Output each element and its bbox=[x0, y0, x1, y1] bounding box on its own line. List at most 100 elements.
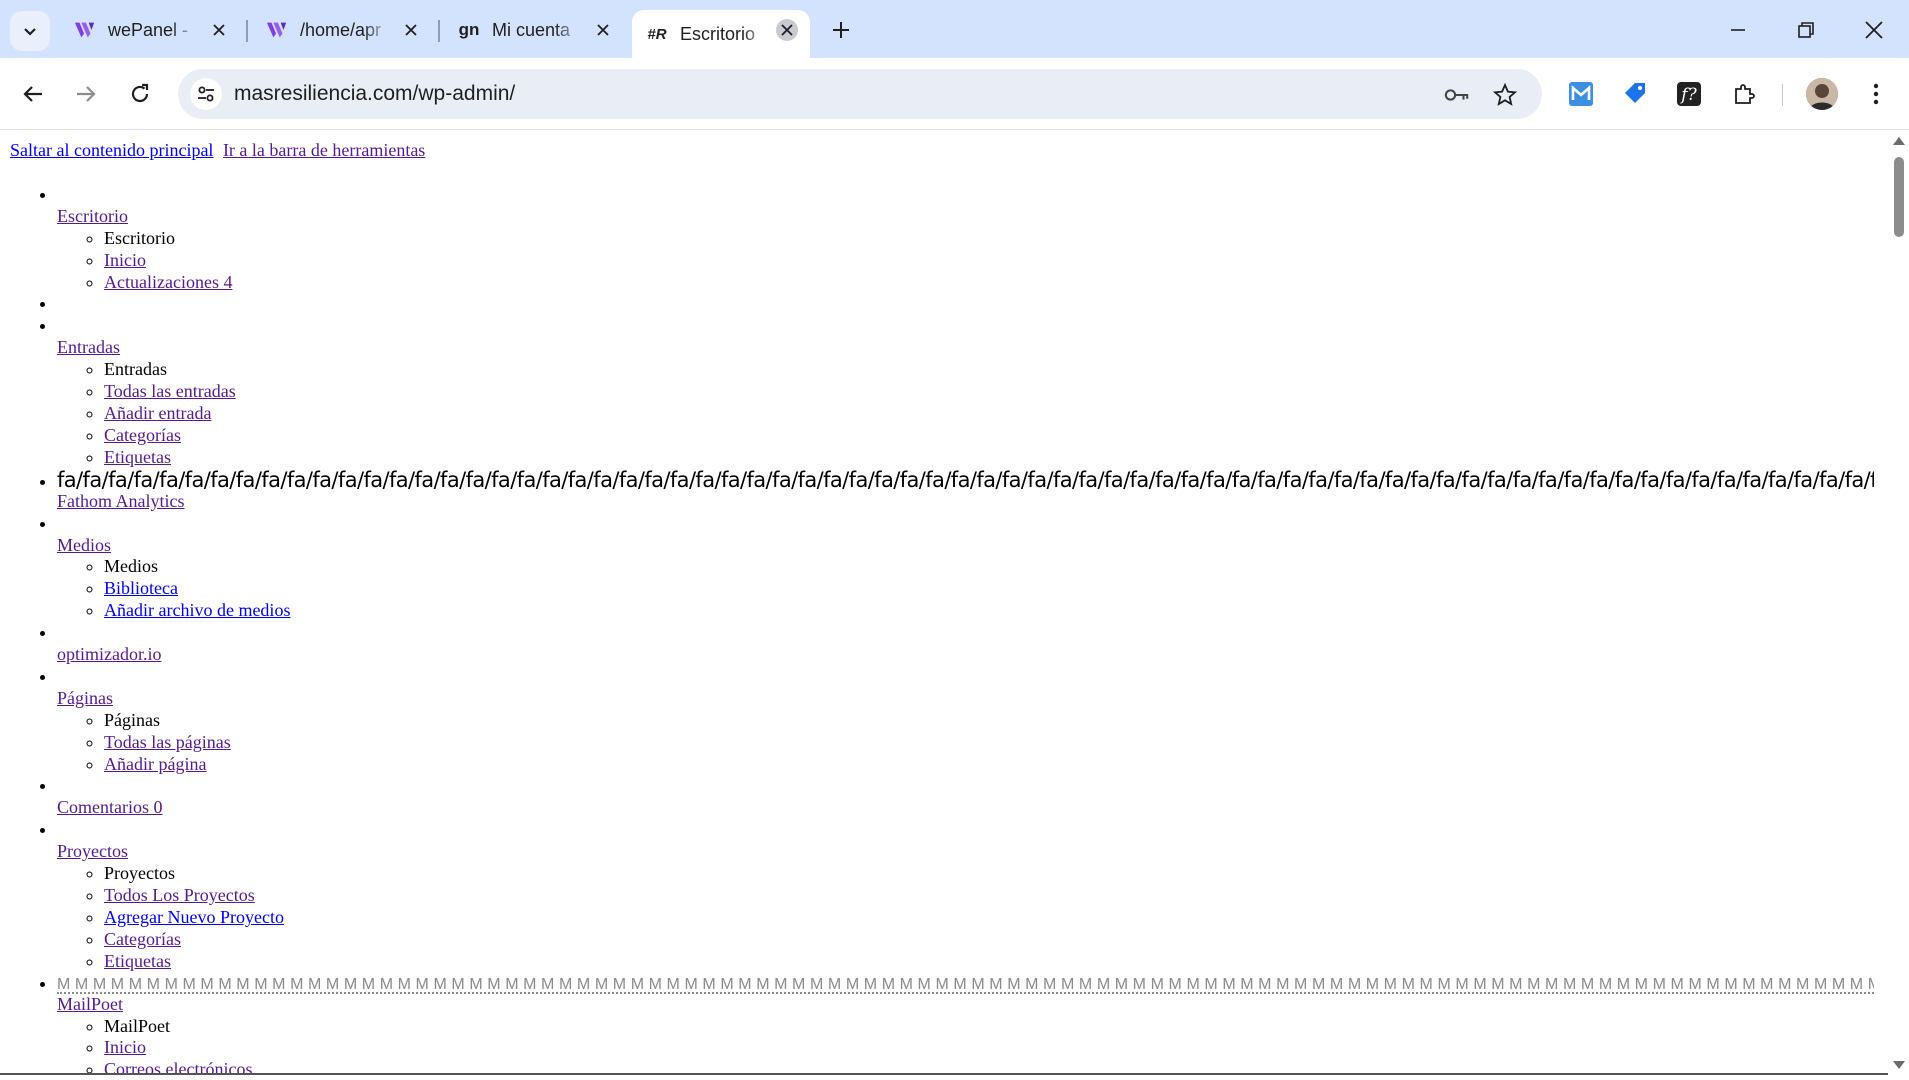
close-icon[interactable] bbox=[776, 19, 798, 41]
reload-button[interactable] bbox=[122, 76, 158, 112]
submenu-heading: Páginas bbox=[104, 710, 1874, 732]
submenu-link-actualizaciones[interactable]: Actualizaciones 4 bbox=[104, 272, 232, 292]
submenu-link-categorias-proyectos[interactable]: Categorías bbox=[104, 929, 181, 949]
scrollbar-thumb[interactable] bbox=[1894, 157, 1904, 237]
svg-text:f?: f? bbox=[1679, 85, 1697, 105]
submenu-paginas: Páginas Todas las páginas Añadir página bbox=[57, 710, 1874, 776]
browser-menu-button[interactable] bbox=[1858, 76, 1894, 112]
new-tab-button[interactable] bbox=[825, 14, 857, 46]
menu-link-optimizador[interactable]: optimizador.io bbox=[57, 644, 161, 664]
menu-item-proyectos: Proyectos Proyectos Todos Los Proyectos … bbox=[57, 819, 1874, 972]
back-button[interactable] bbox=[15, 76, 51, 112]
submenu-link-anadir-medios[interactable]: Añadir archivo de medios bbox=[104, 600, 290, 620]
extensions-puzzle-icon[interactable] bbox=[1726, 76, 1762, 112]
scroll-down-arrow-icon[interactable] bbox=[1893, 1061, 1905, 1069]
submenu-link-etiquetas-proyectos[interactable]: Etiquetas bbox=[104, 951, 171, 971]
submenu-item: Etiquetas bbox=[104, 951, 1874, 973]
submenu-link-anadir-entrada[interactable]: Añadir entrada bbox=[104, 403, 211, 423]
submenu-item: Todas las entradas bbox=[104, 381, 1874, 403]
tab-title: Escritorio bbox=[680, 23, 756, 44]
submenu-link-etiquetas[interactable]: Etiquetas bbox=[104, 447, 171, 467]
submenu-escritorio: Escritorio Inicio Actualizaciones 4 bbox=[57, 228, 1874, 294]
extension-fathom-icon[interactable]: f? bbox=[1671, 76, 1707, 112]
vertical-scrollbar[interactable] bbox=[1888, 131, 1909, 1075]
tab-title: wePanel - bbox=[108, 19, 189, 40]
submenu-link-todas-entradas[interactable]: Todas las entradas bbox=[104, 381, 236, 401]
site-settings-icon[interactable] bbox=[190, 78, 222, 110]
submenu-item: Inicio bbox=[104, 1037, 1874, 1059]
minimize-button[interactable] bbox=[1716, 12, 1760, 48]
submenu-item: Añadir archivo de medios bbox=[104, 600, 1874, 622]
submenu-link-biblioteca[interactable]: Biblioteca bbox=[104, 578, 178, 598]
menu-separator bbox=[57, 293, 1874, 315]
password-key-icon[interactable] bbox=[1444, 82, 1470, 108]
tab-wepanel-1[interactable]: wePanel - bbox=[60, 10, 242, 50]
address-bar[interactable]: masresiliencia.com/wp-admin/ bbox=[178, 69, 1542, 119]
extension-tag-icon[interactable] bbox=[1617, 76, 1653, 112]
chevron-down-icon bbox=[24, 28, 36, 36]
page-viewport: Saltar al contenido principal Ir a la ba… bbox=[0, 131, 1888, 1075]
menu-link-fathom[interactable]: Fathom Analytics bbox=[57, 491, 185, 511]
submenu-mailpoet: MailPoet Inicio Correos electrónicos bbox=[57, 1016, 1874, 1075]
minimize-icon bbox=[1731, 29, 1745, 31]
submenu-link-anadir-pagina[interactable]: Añadir página bbox=[104, 754, 206, 774]
close-window-button[interactable] bbox=[1852, 12, 1896, 48]
wepanel-logo-icon bbox=[266, 19, 288, 41]
skip-to-content-link[interactable]: Saltar al contenido principal bbox=[10, 140, 213, 160]
reload-icon bbox=[131, 83, 149, 103]
menu-link-escritorio[interactable]: Escritorio bbox=[57, 206, 128, 226]
submenu-item: Añadir entrada bbox=[104, 403, 1874, 425]
wepanel-logo-icon bbox=[74, 19, 96, 41]
submenu-item: Todos Los Proyectos bbox=[104, 885, 1874, 907]
menu-link-comentarios[interactable]: Comentarios 0 bbox=[57, 797, 163, 817]
close-icon[interactable] bbox=[592, 19, 614, 41]
submenu-link-categorias[interactable]: Categorías bbox=[104, 425, 181, 445]
skip-to-toolbar-link[interactable]: Ir a la barra de herramientas bbox=[223, 140, 425, 160]
submenu-heading: MailPoet bbox=[104, 1016, 1874, 1038]
submenu-proyectos: Proyectos Todos Los Proyectos Agregar Nu… bbox=[57, 863, 1874, 973]
submenu-item: Todas las páginas bbox=[104, 732, 1874, 754]
submenu-heading: Proyectos bbox=[104, 863, 1874, 885]
menu-item-medios: Medios Medios Biblioteca Añadir archivo … bbox=[57, 513, 1874, 623]
submenu-heading: Entradas bbox=[104, 359, 1874, 381]
profile-avatar[interactable] bbox=[1806, 78, 1838, 110]
close-icon bbox=[1865, 21, 1883, 39]
menu-link-medios[interactable]: Medios bbox=[57, 535, 111, 555]
admin-menu: Escritorio Escritorio Inicio Actualizaci… bbox=[10, 184, 1874, 1075]
submenu-link-todos-proyectos[interactable]: Todos Los Proyectos bbox=[104, 885, 255, 905]
menu-item-entradas: Entradas Entradas Todas las entradas Aña… bbox=[57, 315, 1874, 468]
bookmark-star-icon[interactable] bbox=[1492, 82, 1518, 108]
tab-mi-cuenta[interactable]: gn Mi cuenta bbox=[444, 10, 626, 50]
submenu-link-mailpoet-inicio[interactable]: Inicio bbox=[104, 1037, 146, 1057]
tab-title: /home/apr bbox=[300, 19, 382, 40]
menu-link-mailpoet[interactable]: MailPoet bbox=[57, 994, 123, 1014]
extension-m-icon[interactable] bbox=[1563, 76, 1599, 112]
menu-link-proyectos[interactable]: Proyectos bbox=[57, 841, 128, 861]
menu-item-mailpoet: MMMMMMMMMMMMMMMMMMMMMMMMMMMMMMMMMMMMMMMM… bbox=[57, 973, 1874, 1075]
close-icon[interactable] bbox=[208, 19, 230, 41]
toolbar-divider bbox=[1782, 84, 1783, 106]
submenu-link-todas-paginas[interactable]: Todas las páginas bbox=[104, 732, 231, 752]
plus-icon bbox=[833, 22, 849, 38]
submenu-item: Biblioteca bbox=[104, 578, 1874, 600]
more-vertical-icon bbox=[1873, 83, 1879, 105]
submenu-item: Añadir página bbox=[104, 754, 1874, 776]
scroll-up-arrow-icon[interactable] bbox=[1893, 137, 1905, 145]
tab-escritorio[interactable]: #R Escritorio bbox=[632, 10, 810, 58]
menu-link-entradas[interactable]: Entradas bbox=[57, 337, 120, 357]
submenu-link-agregar-proyecto[interactable]: Agregar Nuevo Proyecto bbox=[104, 907, 284, 927]
submenu-item: Categorías bbox=[104, 425, 1874, 447]
submenu-item: Agregar Nuevo Proyecto bbox=[104, 907, 1874, 929]
menu-item-escritorio: Escritorio Escritorio Inicio Actualizaci… bbox=[57, 184, 1874, 294]
tab-wepanel-2[interactable]: /home/apr bbox=[252, 10, 434, 50]
submenu-link-inicio[interactable]: Inicio bbox=[104, 250, 146, 270]
window-bottom-edge bbox=[0, 1073, 1888, 1075]
fathom-broken-icon-glyphs: fa/fa/fa/fa/fa/fa/fa/fa/fa/fa/fa/fa/fa/f… bbox=[57, 468, 1874, 491]
mailpoet-broken-icon-glyphs: MMMMMMMMMMMMMMMMMMMMMMMMMMMMMMMMMMMMMMMM… bbox=[57, 975, 1874, 994]
restore-button[interactable] bbox=[1784, 12, 1828, 48]
menu-link-paginas[interactable]: Páginas bbox=[57, 688, 113, 708]
tab-search-button[interactable] bbox=[10, 11, 50, 51]
masresiliencia-logo-icon: #R bbox=[647, 25, 667, 43]
close-icon[interactable] bbox=[400, 19, 422, 41]
forward-button[interactable] bbox=[68, 76, 104, 112]
